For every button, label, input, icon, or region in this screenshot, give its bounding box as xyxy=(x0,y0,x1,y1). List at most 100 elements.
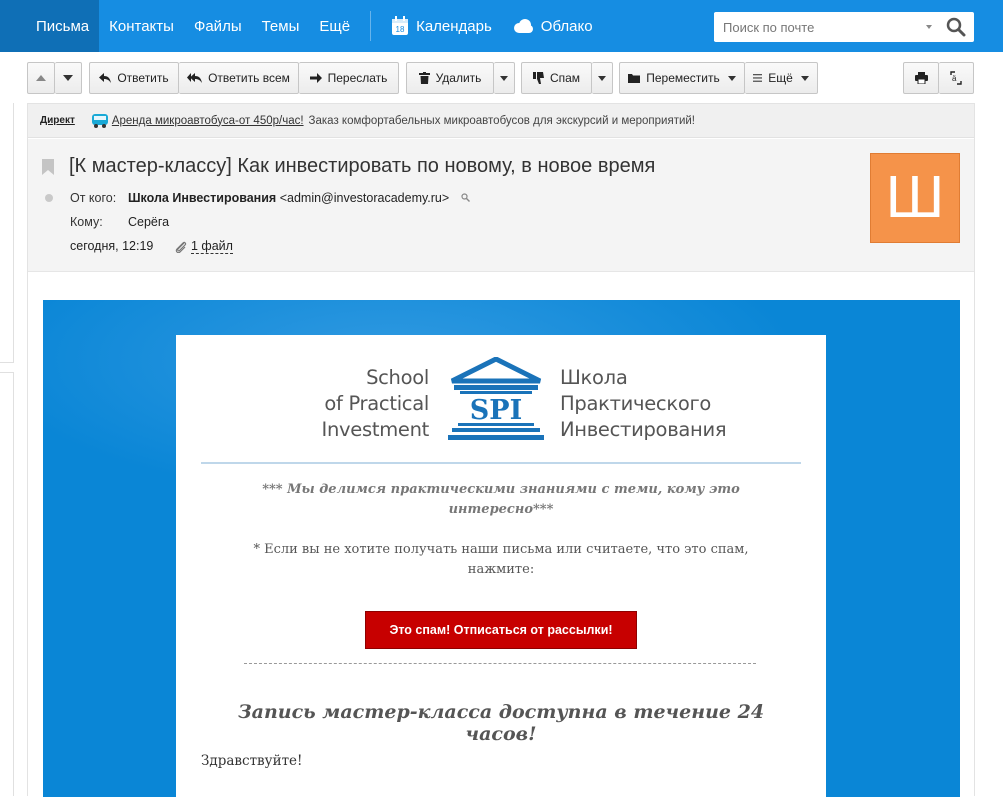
logo-ru-line: Инвестирования xyxy=(560,418,727,441)
logo-en-line: of Practical xyxy=(324,392,429,415)
arrow-up-icon xyxy=(36,75,46,81)
reply-all-button[interactable]: Ответить всем xyxy=(179,62,299,94)
logo-ru-line: Школа xyxy=(560,366,628,389)
paperclip-icon xyxy=(175,241,187,253)
direct-ad-link[interactable]: Аренда микроавтобуса-от 450р/час! xyxy=(112,115,304,127)
spam-button[interactable]: Спам xyxy=(521,62,592,94)
chevron-down-icon xyxy=(598,75,606,81)
sender-email: <admin@investoracademy.ru> xyxy=(279,191,450,205)
sender-avatar: Ш xyxy=(870,153,960,243)
direct-ad-text: Заказ комфортабельных микроавтобусов для… xyxy=(308,114,695,127)
spam-dropdown-button[interactable] xyxy=(592,62,613,94)
calendar-day: 18 xyxy=(396,25,405,34)
nav-themes[interactable]: Темы xyxy=(252,0,310,52)
top-nav: Письма Контакты Файлы Темы Ещё 18 Календ… xyxy=(0,0,1003,52)
svg-text:ä: ä xyxy=(952,74,957,83)
search-icon xyxy=(946,17,966,37)
move-button[interactable]: Переместить xyxy=(619,62,745,94)
nav-separator xyxy=(370,11,372,41)
message-subject: [К мастер-классу] Как инвестировать по н… xyxy=(69,155,656,177)
email-body: School of Practical Investment SPI Школа… xyxy=(43,300,960,797)
email-content-card: School of Practical Investment SPI Школа… xyxy=(176,335,826,797)
nav-calendar[interactable]: 18 Календарь xyxy=(381,0,502,52)
menu-icon xyxy=(753,74,763,82)
translate-button[interactable]: ä xyxy=(939,62,974,94)
reply-all-label: Ответить всем xyxy=(208,71,290,85)
read-status-dot[interactable] xyxy=(45,194,53,202)
message-view: Директ Аренда микроавтобуса-от 450р/час!… xyxy=(27,103,975,797)
bookmark-flag-icon[interactable] xyxy=(42,159,54,175)
print-button[interactable] xyxy=(903,62,939,94)
nav-contacts[interactable]: Контакты xyxy=(99,0,184,52)
message-toolbar: Ответить Ответить всем Переслать Удалить… xyxy=(27,62,977,94)
forward-label: Переслать xyxy=(327,71,388,85)
recipient-name[interactable]: Серёга xyxy=(128,215,169,229)
search-input[interactable] xyxy=(714,13,914,41)
calendar-icon: 18 xyxy=(392,16,409,35)
logo-text-ru: Школа Практического Инвестирования xyxy=(560,365,727,443)
sender[interactable]: Школа Инвестирования <admin@investoracad… xyxy=(128,191,470,205)
unsubscribe-spam-button[interactable]: Это спам! Отписаться от рассылки! xyxy=(365,611,637,649)
reply-label: Ответить xyxy=(117,71,169,85)
translate-icon: ä xyxy=(950,71,962,85)
direct-label[interactable]: Директ xyxy=(40,115,75,126)
search-small-icon[interactable] xyxy=(461,193,470,202)
reply-button[interactable]: Ответить xyxy=(89,62,179,94)
nav-cloud-label: Облако xyxy=(540,17,593,35)
attachments-link[interactable]: 1 файл xyxy=(174,239,233,254)
spam-label: Спам xyxy=(549,71,581,85)
dashed-divider xyxy=(244,663,756,664)
logo-en-line: Investment xyxy=(321,418,430,441)
unsubscribe-text-line-1: * Если вы не хотите получать наши письма… xyxy=(253,542,749,557)
delete-label: Удалить xyxy=(435,71,482,85)
prev-message-button[interactable] xyxy=(27,62,55,94)
bus-icon xyxy=(91,113,109,129)
to-label: Кому: xyxy=(70,215,103,229)
logo-ru-line: Практического xyxy=(560,392,712,415)
search-button[interactable] xyxy=(946,17,966,40)
arrow-down-icon xyxy=(63,75,73,81)
chevron-down-icon xyxy=(727,75,736,81)
logo-en-line: School xyxy=(366,366,429,389)
delete-button[interactable]: Удалить xyxy=(406,62,494,94)
cloud-icon xyxy=(513,19,533,33)
logo-mark-text: SPI xyxy=(470,395,522,426)
nav-files[interactable]: Файлы xyxy=(184,0,252,52)
unsubscribe-text-line-2: нажмите: xyxy=(467,562,535,577)
from-label: От кого: xyxy=(70,191,117,205)
reply-all-icon xyxy=(187,73,203,83)
email-greeting: Здравствуйте! xyxy=(201,753,303,769)
printer-icon xyxy=(914,72,928,84)
direct-ad-bar: Директ Аренда микроавтобуса-от 450р/час!… xyxy=(28,104,974,138)
nav-cloud[interactable]: Облако xyxy=(502,0,603,52)
share-text-line-1: *** Мы делимся практическими знаниями с … xyxy=(262,482,740,497)
thumbs-down-icon xyxy=(532,72,544,84)
forward-button[interactable]: Переслать xyxy=(299,62,399,94)
chevron-down-icon xyxy=(800,75,809,81)
next-message-button[interactable] xyxy=(55,62,82,94)
move-label: Переместить xyxy=(646,71,720,85)
more-actions-label: Ещё xyxy=(768,71,793,85)
logo-divider xyxy=(201,462,801,464)
email-headline: Запись мастер-класса доступна в течение … xyxy=(237,701,765,745)
folder-icon xyxy=(628,74,641,83)
nav-more[interactable]: Ещё xyxy=(309,0,360,52)
sidebar-fragment xyxy=(0,103,14,363)
share-text-line-2: интересно*** xyxy=(448,502,554,517)
search-dropdown-icon[interactable] xyxy=(926,25,932,29)
more-actions-button[interactable]: Ещё xyxy=(745,62,818,94)
nav-letters[interactable]: Письма xyxy=(0,0,100,52)
reply-icon xyxy=(99,73,112,83)
message-date: сегодня, 12:19 xyxy=(70,239,154,253)
nav-calendar-label: Календарь xyxy=(416,17,492,35)
search-box xyxy=(714,12,974,42)
logo-text-en: School of Practical Investment xyxy=(321,365,430,443)
chevron-down-icon xyxy=(500,75,508,81)
attachments-count: 1 файл xyxy=(191,239,233,254)
sender-name: Школа Инвестирования xyxy=(128,191,277,205)
delete-dropdown-button[interactable] xyxy=(494,62,515,94)
sidebar-fragment-lower xyxy=(0,372,14,796)
forward-icon xyxy=(309,73,322,83)
spi-logo-icon: SPI xyxy=(448,357,544,440)
message-header: [К мастер-классу] Как инвестировать по н… xyxy=(28,139,974,272)
